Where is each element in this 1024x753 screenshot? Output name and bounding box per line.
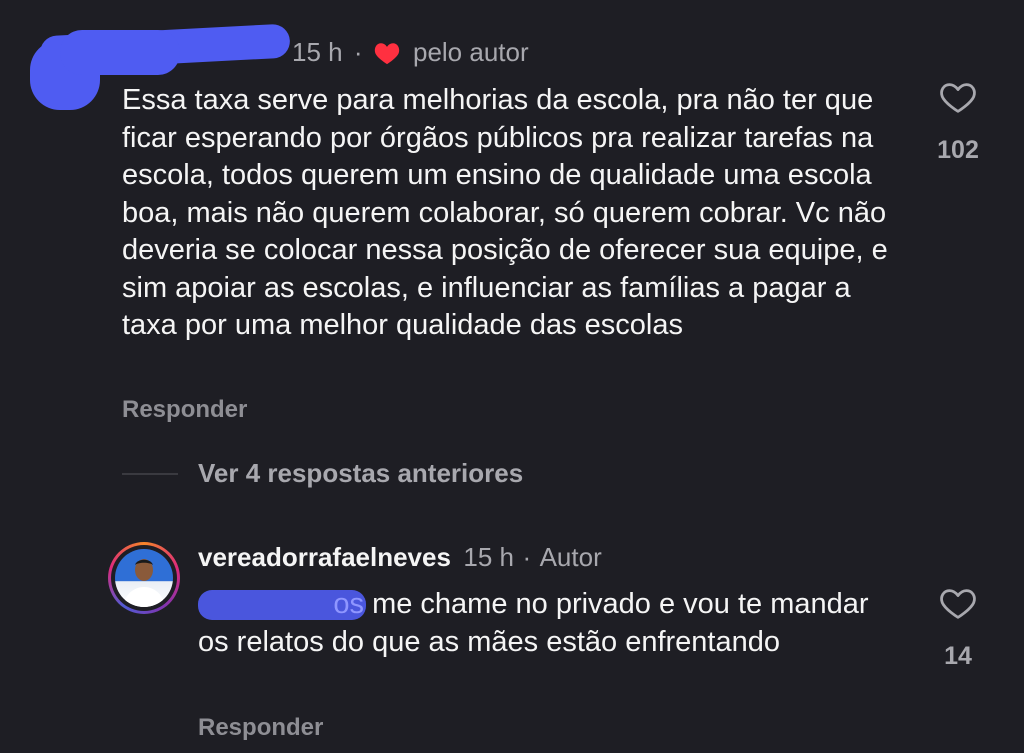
like-column: 14	[918, 586, 998, 671]
comment-time: 15 h	[463, 542, 515, 572]
heart-filled-icon	[374, 40, 400, 72]
liked-by-author-label: pelo autor	[412, 37, 529, 67]
heart-outline-icon[interactable]	[918, 586, 998, 620]
reply-button[interactable]: Responder	[198, 714, 323, 742]
like-count: 102	[937, 136, 979, 164]
comment-text: os me chame no privado e vou te mandar o…	[198, 586, 898, 661]
avatar[interactable]	[108, 542, 180, 614]
comment-header: vereadorrafaelneves 15 h · Autor	[198, 540, 602, 574]
replies-divider	[122, 473, 178, 475]
heart-outline-icon[interactable]	[918, 80, 998, 114]
meta-separator: ·	[353, 37, 363, 67]
username-link[interactable]: vereadorrafaelneves	[198, 542, 451, 572]
mention-link[interactable]: os	[198, 586, 364, 624]
comment-meta: 15 h · pelo autor	[292, 36, 529, 68]
person-photo-icon	[123, 559, 165, 607]
meta-separator: ·	[522, 542, 532, 572]
reply-button[interactable]: Responder	[122, 396, 247, 424]
comment-text: Essa taxa serve para melhorias da escola…	[122, 84, 888, 341]
avatar-photo	[115, 549, 173, 607]
redacted-avatar	[60, 30, 180, 75]
author-badge: Autor	[539, 542, 602, 572]
like-count: 14	[944, 642, 972, 670]
comment-time: 15 h	[292, 37, 343, 67]
view-previous-replies[interactable]: Ver 4 respostas anteriores	[198, 458, 523, 489]
like-column: 102	[918, 80, 998, 165]
